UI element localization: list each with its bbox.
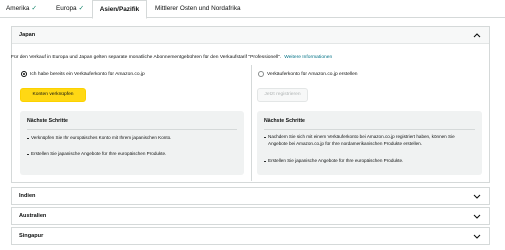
steps-title: Nächste Schritte — [27, 118, 68, 124]
section-indien[interactable]: Indien — [11, 187, 490, 205]
radio-existing-account[interactable]: Ich habe bereits ein Verkäuferkonto für … — [21, 71, 145, 77]
section-title: Australien — [19, 213, 47, 219]
step-item: Erstellen Sie japanische Angebote für Ih… — [27, 151, 236, 158]
tab-label: Mittlerer Osten und Nordafrika — [155, 5, 241, 12]
section-singapur[interactable]: Singapur — [11, 227, 490, 245]
radio-create-account[interactable]: Verkäuferkonto für Amazon.co.jp erstelle… — [258, 71, 358, 77]
check-icon: ✓ — [31, 5, 37, 12]
tab-mittlerer-osten[interactable]: Mittlerer Osten und Nordafrika — [155, 0, 241, 18]
marketplace-region-tabs: Amerika ✓ Europa ✓ Asien/Pazifik Mittlerer… — [0, 0, 505, 19]
section-title: Indien — [19, 193, 36, 199]
tab-europa[interactable]: Europa ✓ — [56, 0, 84, 18]
radio-label: Ich habe bereits ein Verkäuferkonto für … — [30, 71, 145, 77]
japan-accordion-header[interactable]: Japan — [12, 27, 489, 44]
radio-selected-icon — [21, 71, 27, 77]
chevron-up-icon — [473, 33, 481, 38]
column-divider — [251, 65, 252, 181]
steps-divider — [264, 129, 475, 130]
chevron-down-icon — [473, 234, 481, 239]
chevron-down-icon — [473, 214, 481, 219]
intro-text: Für den Verkauf in Europa und Japan gelt… — [11, 55, 332, 60]
tab-amerika[interactable]: Amerika ✓ — [6, 0, 37, 18]
tab-label: Europa — [56, 5, 77, 12]
register-now-button[interactable]: Jetzt registrieren — [257, 88, 308, 102]
section-title: Singapur — [19, 233, 44, 239]
section-australien[interactable]: Australien — [11, 207, 490, 225]
radio-unselected-icon — [258, 71, 264, 77]
step-item: Verknüpfen Sie Ihr europäisches Konto mi… — [27, 135, 236, 142]
tab-label: Amerika — [6, 5, 30, 12]
tab-asien-pazifik[interactable]: Asien/Pazifik — [92, 0, 147, 19]
tab-label: Asien/Pazifik — [99, 6, 140, 13]
step-item: Nachdem Sie sich mit einem Verkäuferkont… — [264, 134, 473, 147]
step-item: Erstellen Sie japanische Angebote für Ih… — [264, 158, 473, 165]
check-icon: ✓ — [78, 5, 84, 12]
section-title: Japan — [19, 32, 36, 38]
intro-sentence: Für den Verkauf in Europa und Japan gelt… — [11, 55, 282, 60]
next-steps-left: Nächste Schritte Verknüpfen Sie Ihr euro… — [20, 111, 244, 175]
chevron-down-icon — [473, 194, 481, 199]
radio-label: Verkäuferkonto für Amazon.co.jp erstelle… — [267, 71, 358, 77]
steps-divider — [27, 129, 237, 130]
steps-title: Nächste Schritte — [264, 118, 305, 124]
next-steps-right: Nächste Schritte Nachdem Sie sich mit ei… — [257, 111, 482, 175]
link-accounts-button[interactable]: Konten verknüpfen — [20, 88, 86, 102]
more-info-link[interactable]: Weitere Informationen — [284, 55, 332, 60]
